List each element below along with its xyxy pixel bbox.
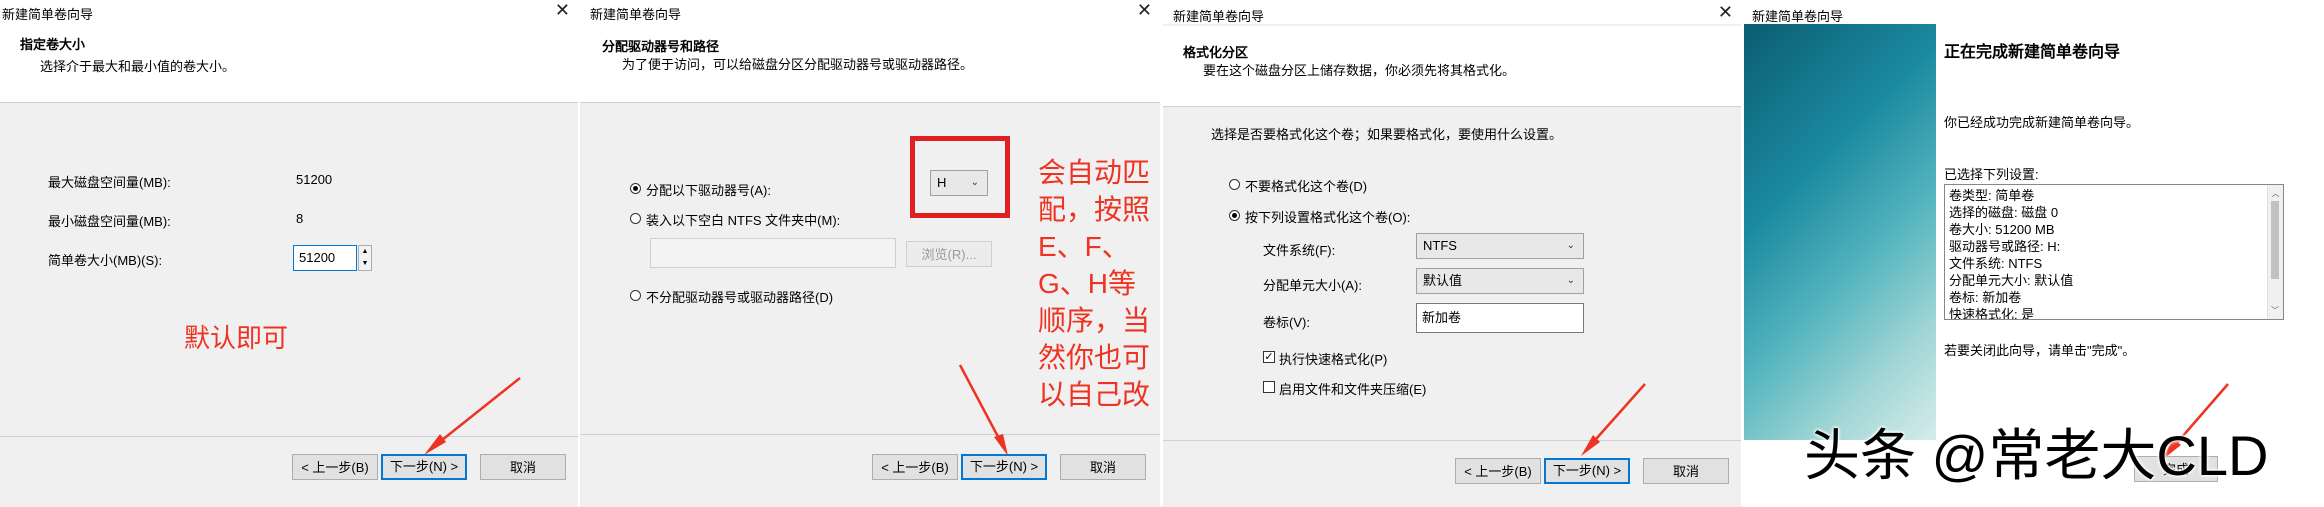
arrow-annotation — [1581, 383, 1646, 456]
wizard-panel-format: 新建简单卷向导 ✕ 格式化分区 要在这个磁盘分区上储存数据，你必须先将其格式化。… — [1163, 0, 1741, 507]
arrow-annotation — [958, 364, 1008, 456]
wizard-panel-volume-size: 新建简单卷向导 ✕ 指定卷大小 选择介于最大和最小值的卷大小。 最大磁盘空间量(… — [0, 0, 578, 507]
wizard-panel-finish: 新建简单卷向导 正在完成新建简单卷向导 你已经成功完成新建简单卷向导。 已选择下… — [1744, 0, 2324, 507]
arrow-annotation — [424, 377, 521, 455]
watermark: 头条 @常老大CLD — [1804, 424, 2269, 487]
wizard-panel-drive-letter: 新建简单卷向导 ✕ 分配驱动器号和路径 为了便于访问，可以给磁盘分区分配驱动器号… — [580, 0, 1160, 507]
